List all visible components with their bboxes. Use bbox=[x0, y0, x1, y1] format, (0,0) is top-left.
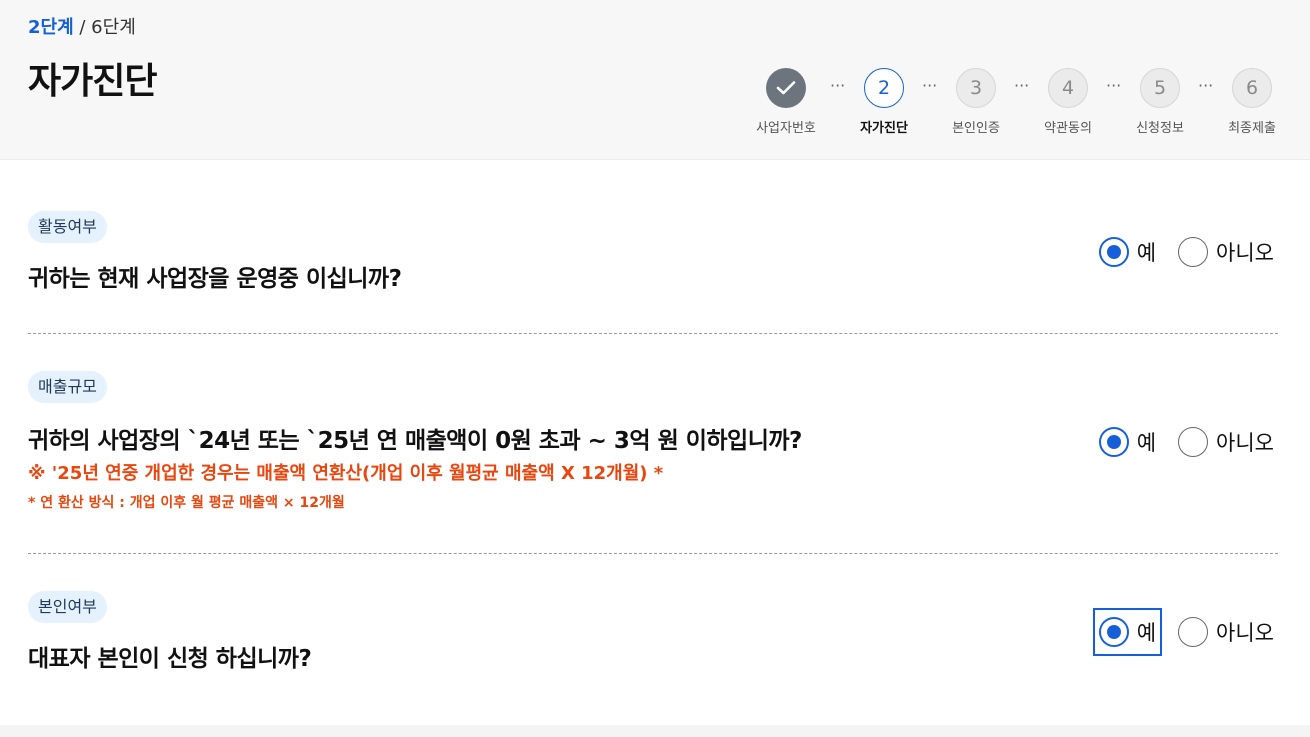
step-final-submit: 6 최종제출 bbox=[1212, 68, 1292, 136]
option-yes[interactable]: 예 bbox=[1095, 230, 1160, 274]
step-application-info: 5 신청정보 bbox=[1120, 68, 1200, 136]
question-activity: 활동여부 귀하는 현재 사업장을 운영중 이십니까? bbox=[28, 211, 1278, 301]
step-identity-verification: 3 본인인증 bbox=[936, 68, 1016, 136]
step-counter: 2단계 / 6단계 bbox=[28, 13, 136, 39]
step-label: 사업자번호 bbox=[756, 121, 816, 136]
step-terms-agreement: 4 약관동의 bbox=[1028, 68, 1108, 136]
step-separator: ··· bbox=[830, 76, 846, 95]
question-revenue: 매출규모 귀하의 사업장의 `24년 또는 `25년 연 매출액이 0원 초과 … bbox=[28, 371, 1278, 521]
step-self-diagnosis: 2 자가진단 bbox=[844, 68, 924, 136]
footer-strip bbox=[0, 725, 1310, 737]
step-separator: ··· bbox=[1014, 76, 1030, 95]
step-separator: ··· bbox=[1106, 76, 1122, 95]
revenue-calculation-note: * 연 환산 방식 : 개업 이후 월 평균 매출액 × 12개월 bbox=[28, 495, 345, 511]
radio-button[interactable] bbox=[1178, 237, 1209, 267]
step-business-number: 사업자번호 bbox=[746, 68, 826, 136]
step-number: 5 bbox=[1140, 68, 1180, 108]
step-number: 3 bbox=[956, 68, 996, 108]
option-label: 아니오 bbox=[1216, 241, 1274, 265]
option-no[interactable]: 아니오 bbox=[1174, 230, 1278, 274]
section-divider bbox=[28, 553, 1278, 554]
step-number: 2 bbox=[864, 68, 904, 108]
option-label: 예 bbox=[1136, 431, 1157, 455]
step-label: 최종제출 bbox=[1228, 121, 1276, 136]
step-label: 자가진단 bbox=[860, 121, 908, 136]
revenue-notice: ※ '25년 연중 개업한 경우는 매출액 연환산(개업 이후 월평균 매출액 … bbox=[28, 463, 664, 484]
step-label: 약관동의 bbox=[1044, 121, 1092, 136]
total-steps: / 6단계 bbox=[79, 17, 136, 38]
step-separator: ··· bbox=[1198, 76, 1214, 95]
step-label: 신청정보 bbox=[1136, 121, 1184, 136]
question-tag: 매출규모 bbox=[28, 371, 107, 403]
radio-button[interactable] bbox=[1098, 427, 1129, 457]
radio-button[interactable] bbox=[1178, 617, 1209, 647]
option-label: 아니오 bbox=[1216, 431, 1274, 455]
answer-options-identity: 예 아니오 bbox=[1092, 608, 1278, 656]
option-no[interactable]: 아니오 bbox=[1174, 610, 1278, 654]
option-yes[interactable]: 예 bbox=[1095, 420, 1160, 464]
question-identity: 본인여부 대표자 본인이 신청 하십니까? bbox=[28, 591, 1278, 681]
step-separator: ··· bbox=[922, 76, 938, 95]
question-text: 귀하의 사업장의 `24년 또는 `25년 연 매출액이 0원 초과 ~ 3억 … bbox=[28, 428, 802, 454]
section-divider bbox=[28, 333, 1278, 334]
current-step: 2단계 bbox=[28, 17, 74, 38]
check-icon bbox=[766, 68, 806, 108]
step-number: 6 bbox=[1232, 68, 1272, 108]
question-text: 대표자 본인이 신청 하십니까? bbox=[28, 646, 312, 672]
radio-button[interactable] bbox=[1098, 617, 1129, 647]
answer-options-activity: 예 아니오 bbox=[1095, 230, 1278, 274]
progress-stepper: 사업자번호 ··· 2 자가진단 ··· 3 본인인증 ··· 4 약관동의 ·… bbox=[0, 68, 1310, 148]
option-yes[interactable]: 예 bbox=[1092, 608, 1163, 656]
step-label: 본인인증 bbox=[952, 121, 1000, 136]
page-header: 2단계 / 6단계 자가진단 사업자번호 ··· 2 자가진단 ··· 3 본인… bbox=[0, 0, 1310, 160]
question-tag: 활동여부 bbox=[28, 211, 107, 243]
option-label: 예 bbox=[1136, 621, 1157, 645]
option-label: 아니오 bbox=[1216, 621, 1274, 645]
radio-button[interactable] bbox=[1178, 427, 1209, 457]
option-label: 예 bbox=[1136, 241, 1157, 265]
option-no[interactable]: 아니오 bbox=[1174, 420, 1278, 464]
answer-options-revenue: 예 아니오 bbox=[1095, 420, 1278, 464]
question-text: 귀하는 현재 사업장을 운영중 이십니까? bbox=[28, 266, 402, 292]
question-tag: 본인여부 bbox=[28, 591, 107, 623]
radio-button[interactable] bbox=[1098, 237, 1129, 267]
step-number: 4 bbox=[1048, 68, 1088, 108]
